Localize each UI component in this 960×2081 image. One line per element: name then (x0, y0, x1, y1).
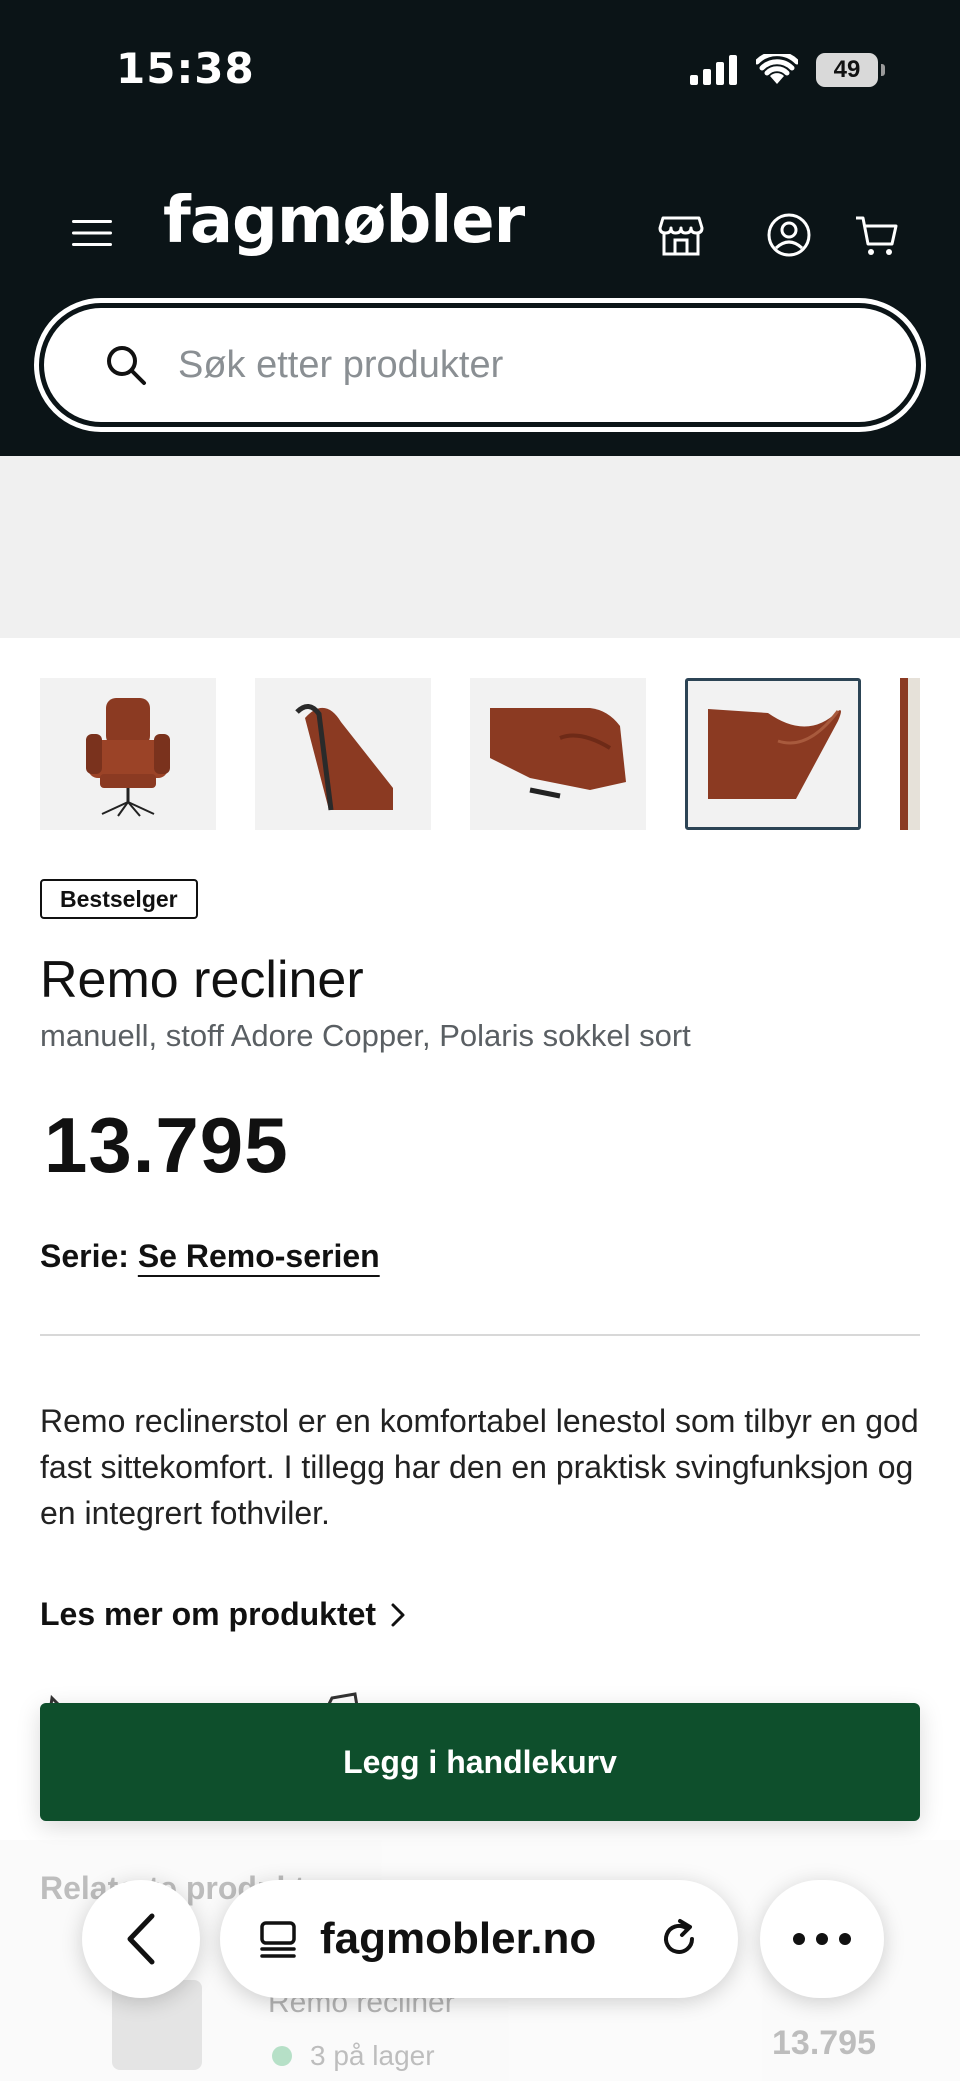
read-more-label: Les mer om produktet (40, 1596, 377, 1632)
product-subtitle: manuell, stoff Adore Copper, Polaris sok… (40, 1018, 691, 1053)
related-product-price: 13.795 (772, 2024, 876, 2062)
browser-back-button[interactable] (82, 1880, 200, 1998)
thumbnail-recliner-front[interactable] (40, 678, 216, 830)
search-input[interactable]: Søk etter produkter (178, 344, 503, 387)
main-image-area[interactable] (0, 456, 960, 638)
thumbnail-recliner-side-detail[interactable] (255, 678, 431, 830)
product-price: 13.795 (44, 1101, 289, 1189)
site-header: 15:38 49 fagmøbler Søk etter produkter (0, 0, 960, 456)
series-row: Serie: Se Remo-serien (40, 1238, 380, 1275)
product-description: Remo reclinerstol er en komfortabel lene… (40, 1403, 919, 1531)
battery-level: 49 (833, 56, 861, 83)
wifi-icon (756, 54, 798, 84)
more-icon (793, 1933, 851, 1945)
search-bar[interactable]: Søk etter produkter (34, 298, 926, 432)
thumbnail-recliner-seat-closeup[interactable] (685, 678, 861, 830)
chevron-right-icon (391, 1603, 405, 1626)
thumbnail-recliner-partial[interactable] (900, 678, 920, 830)
add-to-cart-label: Legg i handlekurv (343, 1743, 617, 1780)
reload-icon[interactable] (658, 1917, 702, 1961)
browser-address-bar[interactable]: fagmobler.no (220, 1880, 738, 1998)
read-more-link[interactable]: Les mer om produktet (40, 1596, 406, 1633)
chevron-left-icon (127, 1913, 155, 1965)
thumbnail-recliner-armrest-closeup[interactable] (470, 678, 646, 830)
cellular-signal-icon (690, 55, 737, 85)
tabs-icon (260, 1921, 296, 1958)
add-to-cart-button[interactable]: Legg i handlekurv (40, 1703, 920, 1821)
series-link[interactable]: Se Remo-serien (138, 1238, 380, 1274)
site-logo[interactable]: fagmøbler (163, 184, 525, 258)
series-label: Serie: (40, 1238, 129, 1274)
browser-url: fagmobler.no (320, 1914, 597, 1963)
browser-more-button[interactable] (760, 1880, 884, 1998)
product-title: Remo recliner (40, 951, 364, 1009)
battery-indicator: 49 (816, 53, 885, 87)
status-indicators: 49 (690, 50, 885, 90)
store-icon[interactable] (658, 212, 704, 258)
stock-status-dot (272, 2046, 292, 2066)
related-product-stock: 3 på lager (310, 2040, 435, 2071)
menu-icon[interactable] (72, 218, 112, 248)
badge-label: Bestselger (60, 885, 178, 912)
status-time: 15:38 (116, 44, 255, 93)
thumbnail-gallery (40, 678, 920, 830)
account-icon[interactable] (766, 212, 812, 258)
search-icon (107, 346, 146, 385)
divider (40, 1334, 920, 1336)
cart-icon[interactable] (854, 212, 900, 258)
bestseller-badge: Bestselger (40, 879, 198, 919)
